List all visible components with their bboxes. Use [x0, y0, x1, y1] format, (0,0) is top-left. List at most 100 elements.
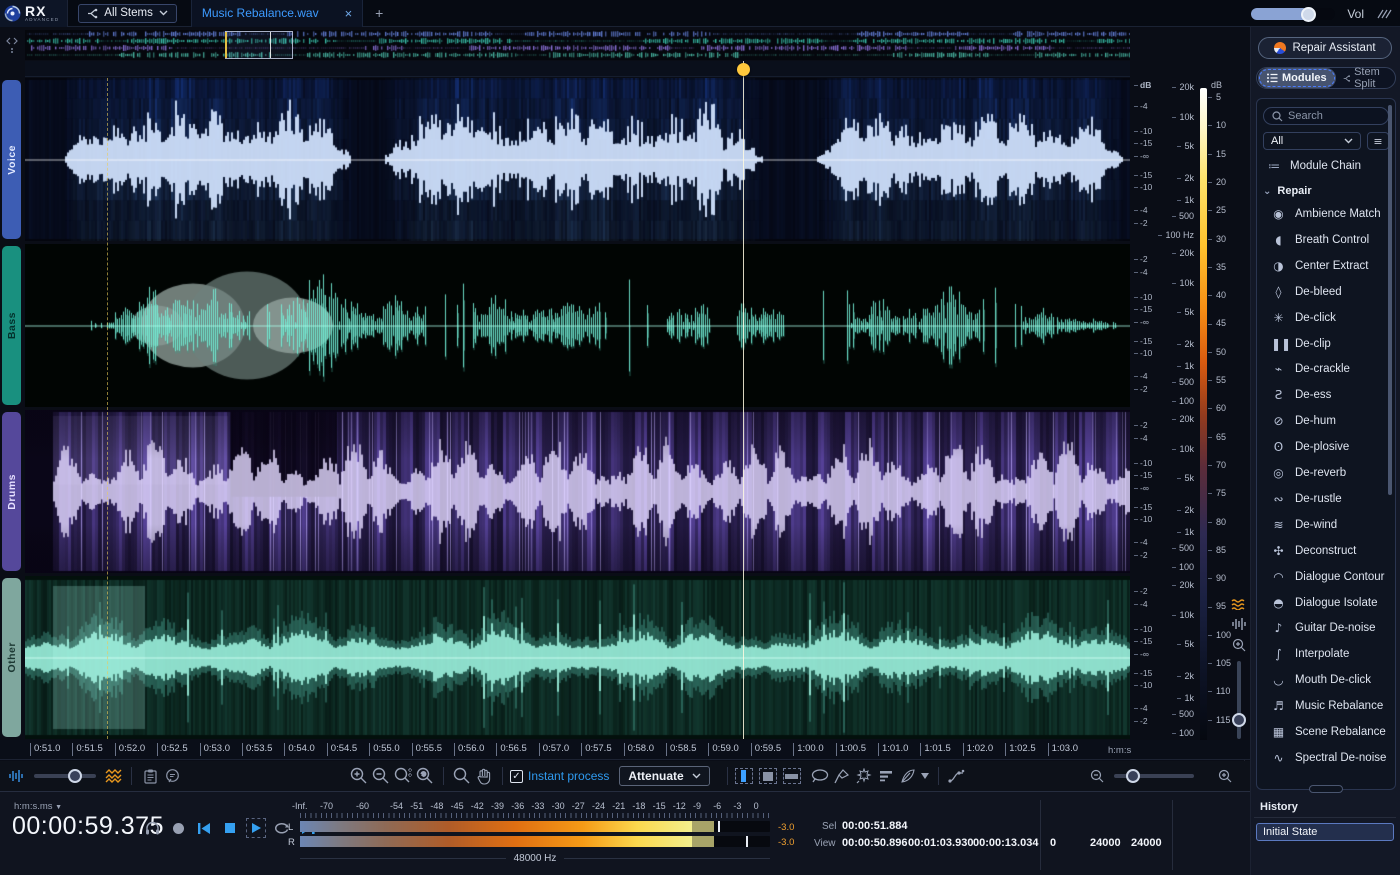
repair-section-header[interactable]: ⌄ Repair [1263, 185, 1312, 197]
overview-collapse-icon[interactable] [3, 33, 21, 57]
view-end-value[interactable]: 00:01:03.930 [908, 837, 973, 849]
module-item-dialogue-isolate[interactable]: ◓Dialogue Isolate [1271, 592, 1377, 614]
time-selection-tool[interactable] [735, 768, 753, 784]
horizontal-zoom-out-icon[interactable] [1086, 765, 1108, 787]
frequency-ruler[interactable]: 20k10k5k2k1k500100 Hz [1156, 78, 1198, 241]
zoom-out-icon[interactable] [370, 765, 392, 787]
volume-slider-thumb[interactable] [1301, 7, 1316, 22]
spectrogram-view-icon[interactable] [1231, 598, 1247, 610]
module-list-view-button[interactable]: ≡ [1367, 132, 1389, 150]
search-zoom-icon[interactable] [451, 765, 473, 787]
waveform-view-icon[interactable] [1231, 618, 1247, 630]
tab-close-icon[interactable]: × [345, 6, 353, 21]
track-tab-bass[interactable]: Bass [2, 246, 21, 405]
display-blend-slider[interactable] [34, 774, 96, 778]
module-item-de-bleed[interactable]: ◊De-bleed [1271, 281, 1342, 303]
signal-chain-icon[interactable] [946, 765, 968, 787]
module-item-breath-control[interactable]: ◖Breath Control [1271, 229, 1369, 251]
overview-strip[interactable] [25, 30, 1130, 60]
new-tab-button[interactable]: + [375, 5, 383, 21]
comment-icon[interactable] [161, 765, 183, 787]
frequency-selection-tool[interactable] [783, 768, 801, 784]
instant-process-checkbox[interactable]: ✓ [510, 770, 523, 783]
track-tab-other[interactable]: Other [2, 578, 21, 737]
module-item-de-hum[interactable]: ⊘De-hum [1271, 410, 1336, 432]
module-item-de-wind[interactable]: ≋De-wind [1271, 514, 1337, 536]
module-chain-item[interactable]: ≔ Module Chain [1267, 159, 1361, 173]
stem-selector-dropdown[interactable]: All Stems [78, 4, 177, 23]
module-item-music-rebalance[interactable]: ♬Music Rebalance [1271, 695, 1383, 717]
horizontal-zoom-slider-thumb[interactable] [1126, 769, 1140, 783]
vertical-zoom-slider[interactable] [1237, 661, 1241, 739]
module-item-mouth-de-click[interactable]: ◡Mouth De-click [1271, 669, 1371, 691]
frequency-ruler[interactable]: 20k10k5k2k1k500100 [1156, 244, 1198, 407]
module-item-deconstruct[interactable]: ✣Deconstruct [1271, 540, 1356, 562]
clipboard-icon[interactable] [139, 765, 161, 787]
time-format-select[interactable]: h:m:s.ms ▼ [14, 801, 62, 812]
brush-size-icon[interactable] [875, 765, 897, 787]
timeline-ruler[interactable]: h:m:s 0:51.00:51.50:52.00:52.50:53.00:53… [0, 740, 1250, 760]
amplitude-ruler[interactable]: -2-4-10-15-∞-15-10-4-2 [1130, 410, 1158, 573]
feather-tool-icon[interactable] [897, 765, 919, 787]
vertical-zoom-in-icon[interactable] [1232, 638, 1247, 653]
zoom-selection-icon[interactable] [392, 765, 414, 787]
module-item-center-extract[interactable]: ◑Center Extract [1271, 255, 1369, 277]
amplitude-ruler[interactable]: -4-10-15-∞-15-10-4-2dB [1130, 78, 1158, 241]
process-mode-select[interactable]: Attenuate [619, 766, 709, 786]
panel-resize-handle[interactable] [1309, 785, 1343, 793]
overview-selection-box[interactable] [225, 31, 293, 59]
history-item[interactable]: Initial State [1256, 823, 1394, 841]
drums-spectrogram-canvas[interactable] [25, 410, 1130, 573]
file-tab[interactable]: Music Rebalance.wav × [191, 0, 363, 27]
module-filter-dropdown[interactable]: All [1263, 132, 1361, 150]
module-item-spectral-de-noise[interactable]: ∿Spectral De-noise [1271, 747, 1386, 769]
amplitude-ruler[interactable]: -2-4-10-15-∞-15-10-4-2 [1130, 244, 1158, 407]
tab-stem-split[interactable]: Stem Split [1336, 66, 1395, 90]
freq-high-value[interactable]: 24000 [1090, 837, 1121, 849]
module-item-de-click[interactable]: ✳De-click [1271, 307, 1336, 329]
module-search-input[interactable] [1288, 110, 1368, 122]
display-blend-thumb[interactable] [68, 769, 82, 783]
repair-assistant-button[interactable]: Repair Assistant [1258, 37, 1392, 59]
spectrogram-display-icon[interactable] [102, 765, 124, 787]
playhead-marker[interactable] [737, 63, 750, 76]
amplitude-ruler[interactable]: -2-4-10-15-∞-15-10-4-2 [1130, 576, 1158, 739]
waveform-display-icon[interactable] [6, 765, 28, 787]
overview-waveform-canvas[interactable] [25, 30, 1130, 60]
bass-spectrogram-canvas[interactable] [25, 244, 1130, 407]
track-tab-drums[interactable]: Drums [2, 412, 21, 571]
view-start-value[interactable]: 00:00:50.896 [842, 837, 907, 849]
track-tab-voice[interactable]: Voice [2, 80, 21, 239]
module-list-scrollbar[interactable] [1388, 105, 1392, 495]
zoom-in-icon[interactable] [348, 765, 370, 787]
module-item-de-clip[interactable]: ❚❚De-clip [1271, 333, 1331, 355]
monitor-button[interactable] [142, 818, 162, 838]
vertical-zoom-slider-thumb[interactable] [1232, 713, 1246, 727]
instant-process-label[interactable]: Instant process [528, 769, 609, 783]
module-item-de-rustle[interactable]: ∾De-rustle [1271, 488, 1342, 510]
tool-options-chevron-icon[interactable] [919, 765, 931, 787]
module-item-interpolate[interactable]: ∫Interpolate [1271, 643, 1349, 665]
module-item-de-reverb[interactable]: ◎De-reverb [1271, 462, 1346, 484]
frequency-ruler[interactable]: 20k10k5k2k1k500100 [1156, 410, 1198, 573]
stop-button[interactable] [220, 818, 240, 838]
horizontal-zoom-in-icon[interactable] [1214, 765, 1236, 787]
brush-tool-icon[interactable] [831, 765, 853, 787]
time-frequency-selection-tool[interactable] [759, 768, 777, 784]
other-spectrogram-canvas[interactable] [25, 576, 1130, 739]
hand-tool-icon[interactable] [473, 765, 495, 787]
clip-indicator-icon[interactable] [1376, 7, 1392, 21]
module-item-scene-rebalance[interactable]: ▦Scene Rebalance [1271, 721, 1386, 743]
spectrogram-colorbar[interactable] [1200, 88, 1207, 743]
module-item-de-plosive[interactable]: ʘDe-plosive [1271, 436, 1349, 458]
volume-slider[interactable] [1251, 8, 1335, 20]
magic-wand-tool-icon[interactable] [853, 765, 875, 787]
play-button[interactable] [246, 818, 266, 838]
module-item-guitar-de-noise[interactable]: ♪Guitar De-noise [1271, 617, 1376, 639]
module-item-dialogue-contour[interactable]: ◠Dialogue Contour [1271, 566, 1385, 588]
freq-range-value[interactable]: 24000 [1131, 837, 1162, 849]
marker-lane[interactable] [25, 61, 1130, 77]
module-search-box[interactable] [1263, 107, 1389, 125]
horizontal-zoom-slider[interactable] [1114, 774, 1194, 778]
tab-modules[interactable]: Modules [1258, 68, 1336, 88]
